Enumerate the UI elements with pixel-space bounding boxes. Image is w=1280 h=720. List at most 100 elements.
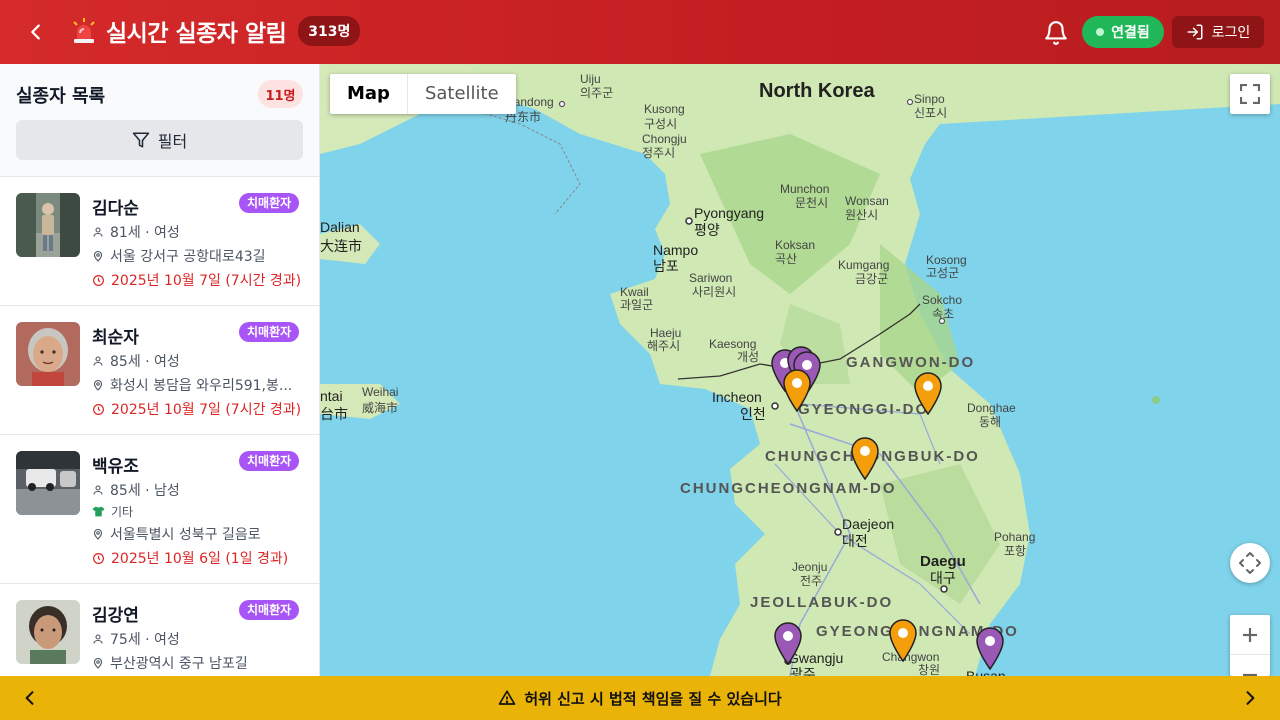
clock-icon xyxy=(93,552,104,564)
status-dot-icon xyxy=(1096,28,1105,36)
map-label-incheon-ko: 인천 xyxy=(740,406,766,422)
map-marker-orange[interactable] xyxy=(888,618,918,662)
map-label-pohang-ko: 포항 xyxy=(1004,544,1027,558)
header-title-group: 실시간 실종자 알림 313명 xyxy=(70,14,361,48)
person-photo xyxy=(16,322,80,386)
person-photo xyxy=(16,193,80,257)
zoom-out-button[interactable] xyxy=(1230,655,1270,676)
map-label-uiju-ko: 의주군 xyxy=(580,86,614,100)
map-label-incheon: Incheon xyxy=(712,389,762,405)
notification-bell-icon[interactable] xyxy=(1043,20,1069,46)
filter-label: 필터 xyxy=(157,132,188,151)
person-name: 김다순 xyxy=(92,199,139,219)
clock-icon xyxy=(93,274,104,286)
sidebar-header: 실종자 목록 11명 필터 xyxy=(0,64,319,177)
person-photo xyxy=(16,451,80,515)
map-label-sariwon-ko: 사리원시 xyxy=(692,285,737,299)
time-row: 2025년 10월 7일 (7시간 경과) xyxy=(92,399,301,419)
chevron-left-icon xyxy=(31,24,40,40)
clock-icon xyxy=(93,403,104,415)
fullscreen-button[interactable] xyxy=(1230,74,1270,114)
map-type-toggle: Map Satellite xyxy=(330,74,516,114)
total-count-badge: 313명 xyxy=(298,16,361,46)
siren-icon xyxy=(73,18,95,43)
map-label-kwail-ko: 과일군 xyxy=(620,298,654,312)
map-marker-orange[interactable] xyxy=(913,371,943,415)
time-row: 2025년 10월 6일 (1일 경과) xyxy=(92,548,288,568)
location-row: 서울특별시 성북구 길음로 xyxy=(92,524,261,544)
location-text: 부산광역시 중구 남포길 xyxy=(110,656,248,672)
age-gender-text: 81세 · 여성 xyxy=(110,225,180,241)
connection-status-badge: 연결됨 xyxy=(1082,16,1164,48)
chevron-right-icon[interactable] xyxy=(1240,688,1260,708)
list-item[interactable]: 김강연 치매환자 75세 · 여성 부산광역시 중구 남포길 xyxy=(0,584,319,676)
map-type-map-button[interactable]: Map xyxy=(330,74,407,114)
map-label-munchon-ko: 문천시 xyxy=(795,196,829,210)
person-photo xyxy=(16,600,80,664)
camera-control-button[interactable] xyxy=(1230,543,1270,583)
map-label-gyeonggi: GYEONGGI-DO xyxy=(798,401,930,418)
map-pin-icon xyxy=(93,250,103,262)
user-icon xyxy=(93,634,103,644)
dementia-tag: 치매환자 xyxy=(239,451,300,471)
age-gender-row: 75세 · 여성 xyxy=(92,629,180,649)
warning-text: 허위 신고 시 법적 책임을 질 수 있습니다 xyxy=(524,689,782,708)
person-name: 김강연 xyxy=(92,606,139,626)
map-label-north-korea: North Korea xyxy=(759,80,875,102)
map-label-yantai-cn: 台市 xyxy=(320,406,348,422)
map-view[interactable]: North Korea Uiju 의주군 Dandong 丹东市 Kusong … xyxy=(320,64,1280,676)
page-title: 실시간 실종자 알림 xyxy=(106,21,287,47)
map-label-wonsan-ko: 원산시 xyxy=(845,208,879,222)
map-label-donghae-ko: 동해 xyxy=(979,415,1002,429)
login-button[interactable]: 로그인 xyxy=(1172,16,1264,48)
time-text: 2025년 10월 6일 (1일 경과) xyxy=(111,551,289,567)
map-marker-orange[interactable] xyxy=(850,436,880,480)
age-gender-row: 81세 · 여성 xyxy=(92,222,180,242)
zoom-in-button[interactable] xyxy=(1230,615,1270,655)
sidebar-title: 실종자 목록 xyxy=(16,86,106,107)
map-label-gangwon: GANGWON-DO xyxy=(846,354,976,371)
map-label-jeonbuk: JEOLLABUK-DO xyxy=(750,594,894,611)
map-label-weihai-cn: 威海市 xyxy=(362,401,399,415)
map-label-haeju-ko: 해주시 xyxy=(647,339,681,353)
location-row: 부산광역시 중구 남포길 xyxy=(92,653,248,673)
warning-banner: 허위 신고 시 법적 책임을 질 수 있습니다 xyxy=(0,676,1280,720)
age-gender-text: 85세 · 남성 xyxy=(110,483,180,499)
time-text: 2025년 10월 7일 (7시간 경과) xyxy=(111,402,302,418)
time-row: 2025년 10월 7일 (7시간 경과) xyxy=(92,270,301,290)
map-marker-purple[interactable] xyxy=(975,626,1005,670)
user-icon xyxy=(93,227,103,237)
map-label-daejeon: Daejeon xyxy=(842,516,895,532)
list-item[interactable]: 최순자 치매환자 85세 · 여성 화성시 봉담읍 와우리591,봉... 20… xyxy=(0,306,319,435)
age-gender-row: 85세 · 여성 xyxy=(92,351,180,371)
age-gender-row: 85세 · 남성 xyxy=(92,480,180,500)
map-label-kusong-ko: 구성시 xyxy=(644,117,678,131)
clothing-text: 기타 xyxy=(111,505,134,519)
map-label-sokcho-ko: 속초 xyxy=(932,307,955,321)
map-label-sinpo-ko: 신포시 xyxy=(914,106,948,120)
clothing-row: 기타 xyxy=(92,503,133,520)
map-label-koksan-ko: 곡산 xyxy=(775,252,798,266)
login-label: 로그인 xyxy=(1211,25,1251,41)
map-pin-icon xyxy=(93,379,103,391)
location-row: 서울 강서구 공항대로43길 xyxy=(92,246,266,266)
map-label-dalian-cn: 大连市 xyxy=(320,238,362,254)
list-item[interactable]: 김다순 치매환자 81세 · 여성 서울 강서구 공항대로43길 2025년 1… xyxy=(0,177,319,306)
map-label-changwon-ko: 창원 xyxy=(918,663,941,676)
filter-button[interactable]: 필터 xyxy=(16,120,303,160)
map-label-nampo-ko: 남포 xyxy=(653,258,679,274)
zoom-controls xyxy=(1230,615,1270,676)
location-row: 화성시 봉담읍 와우리591,봉... xyxy=(92,375,292,395)
connection-label: 연결됨 xyxy=(1111,25,1150,41)
shirt-icon xyxy=(92,506,105,517)
age-gender-text: 85세 · 여성 xyxy=(110,354,180,370)
map-label-chongju-ko: 정주시 xyxy=(642,146,676,160)
chevron-left-icon[interactable] xyxy=(20,688,40,708)
map-label-pyongyang: Pyongyang xyxy=(694,205,765,221)
list-item[interactable]: 백유조 치매환자 85세 · 남성 기타 서울특별시 성북구 길음로 2025년… xyxy=(0,435,319,584)
map-type-satellite-button[interactable]: Satellite xyxy=(406,74,516,114)
dementia-tag: 치매환자 xyxy=(239,193,300,213)
map-marker-purple[interactable] xyxy=(773,621,803,665)
map-marker-orange[interactable] xyxy=(782,368,812,412)
back-button[interactable] xyxy=(22,18,50,46)
